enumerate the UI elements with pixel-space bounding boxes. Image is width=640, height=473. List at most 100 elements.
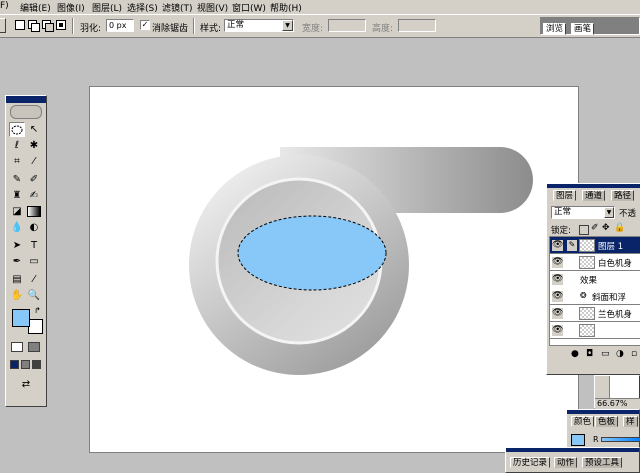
lock-paint-icon[interactable]: ✐ [591,223,599,233]
menu-file[interactable]: F) [0,1,9,11]
layers-panel-titlebar [547,184,640,188]
quickmask-mode-icon[interactable] [28,342,40,352]
tab-brushes[interactable]: 画笔 [571,23,595,35]
lock-transparency-icon[interactable] [579,225,589,235]
tab-layers[interactable]: 图层 [553,190,577,201]
screen-mode-full-icon[interactable] [32,360,41,369]
new-set-icon[interactable]: ▭ [601,349,610,359]
new-selection-icon[interactable] [15,20,25,30]
menu-image[interactable]: 图像(I) [57,1,85,14]
add-selection-icon[interactable] [28,20,40,32]
layer-row[interactable]: 👁 兰色机身 [550,305,640,322]
shape-tool-icon[interactable]: ▭ [26,254,42,269]
layer-row[interactable]: 👁 [550,322,640,339]
lock-all-icon[interactable]: 🔒 [614,223,625,233]
chevron-down-icon[interactable]: ▼ [282,20,293,31]
navigator-preview[interactable] [609,376,640,398]
layer-name[interactable]: 兰色机身 [598,308,632,320]
chevron-down-icon[interactable]: ▼ [604,207,614,218]
brush-tool-icon[interactable]: ✐ [26,172,42,187]
menu-edit[interactable]: 编辑(E) [20,1,51,14]
document-canvas[interactable] [89,86,579,453]
layer-row[interactable]: 👁 白色机身 [550,254,640,271]
intersect-selection-icon[interactable] [56,20,66,30]
jump-to-imageready-icon[interactable]: ⇄ [12,379,40,391]
height-label: 高度: [372,24,394,34]
screen-mode-menu-icon[interactable] [21,360,30,369]
clone-stamp-icon[interactable]: ♜ [9,188,25,203]
foreground-color-swatch[interactable] [12,309,30,327]
healing-brush-icon[interactable]: ✎ [9,172,25,187]
effect-fx-icon: ❂ [580,291,587,300]
antialias-checkbox[interactable]: ✓ [140,20,150,30]
effects-label: 效果 [580,276,598,286]
tab-channels[interactable]: 通道 [582,190,606,201]
selection-ellipse[interactable] [237,215,387,291]
tab-browse[interactable]: 浏览 [543,23,567,35]
dodge-tool-icon[interactable]: ◐ [26,220,42,235]
tab-actions[interactable]: 动作 [554,457,578,468]
tab-paths[interactable]: 路径 [611,190,635,201]
eye-icon[interactable]: 👁 [552,257,563,268]
menu-help[interactable]: 帮助(H) [270,1,302,14]
background-color-swatch[interactable] [28,319,43,334]
eye-icon[interactable]: 👁 [552,325,563,336]
lasso-tool-icon[interactable]: ℓ [9,138,25,153]
eye-icon[interactable]: 👁 [552,291,563,302]
height-input[interactable] [398,19,436,32]
notes-tool-icon[interactable]: ▤ [9,272,25,287]
style-select[interactable]: 正常 ▼ [224,19,294,32]
adjustment-layer-icon[interactable]: ◑ [616,349,624,359]
layer-name[interactable]: 白色机身 [598,257,632,269]
slice-tool-icon[interactable]: ⁄ [26,154,42,169]
effects-row[interactable]: 👁 效果 [550,271,640,288]
pen-tool-icon[interactable]: ✒ [9,254,25,269]
blur-tool-icon[interactable]: 💧 [9,220,25,235]
layer-name[interactable]: 图层 1 [598,240,623,252]
move-tool-icon[interactable]: ↖ [26,122,42,137]
red-channel-slider[interactable] [601,437,640,442]
path-select-icon[interactable]: ➤ [9,238,25,253]
eraser-tool-icon[interactable]: ◪ [9,204,25,219]
layer-row[interactable]: 👁 ✎ 图层 1 [550,237,640,254]
zoom-level[interactable]: 66.67% [597,399,628,408]
menu-layer[interactable]: 图层(L) [92,1,122,14]
gradient-tool-icon[interactable] [26,204,42,219]
menu-filter[interactable]: 滤镜(T) [162,1,193,14]
blend-mode-select[interactable]: 正常 ▼ [551,206,615,219]
crop-tool-icon[interactable]: ⌗ [9,154,25,169]
photoshop-logo-icon[interactable] [10,105,42,119]
menu-select[interactable]: 选择(S) [127,1,158,14]
feather-input[interactable]: 0 px [106,19,134,32]
lock-move-icon[interactable]: ✥ [602,223,610,233]
hand-tool-icon[interactable]: ✋ [9,288,25,303]
menu-window[interactable]: 窗口(W) [232,1,266,14]
screen-mode-standard-icon[interactable] [10,360,19,369]
layer-mask-icon[interactable]: ◘ [586,349,593,359]
tool-preset-button[interactable] [0,18,6,33]
standard-mode-icon[interactable] [11,342,23,352]
width-input[interactable] [328,19,366,32]
history-brush-icon[interactable]: ✍ [26,188,42,203]
eye-icon[interactable]: 👁 [552,240,563,251]
layer-style-icon[interactable]: ● [571,349,579,359]
zoom-tool-icon[interactable]: 🔍 [26,288,42,303]
eyedropper-icon[interactable]: ⁄ [26,272,42,287]
new-layer-icon[interactable]: ▫ [631,349,637,359]
menu-view[interactable]: 视图(V) [197,1,228,14]
eye-icon[interactable]: 👁 [552,274,563,285]
type-tool-icon[interactable]: T [26,238,42,253]
marquee-tool-icon[interactable] [9,122,25,137]
eye-icon[interactable]: 👁 [552,308,563,319]
separator [72,18,74,34]
tab-styles[interactable]: 样 [623,416,638,427]
magic-wand-icon[interactable]: ✱ [26,138,42,153]
tab-history[interactable]: 历史记录 [510,457,551,468]
tab-swatches[interactable]: 色板 [595,416,619,427]
swap-colors-icon[interactable]: ↱ [34,306,41,315]
tab-tool-presets[interactable]: 预设工具 [582,457,623,468]
color-foreground-swatch[interactable] [571,434,585,446]
effect-row[interactable]: 👁 ❂ 斜面和浮 [550,288,640,305]
tab-color[interactable]: 颜色 [571,416,595,427]
subtract-selection-icon[interactable] [42,20,54,32]
